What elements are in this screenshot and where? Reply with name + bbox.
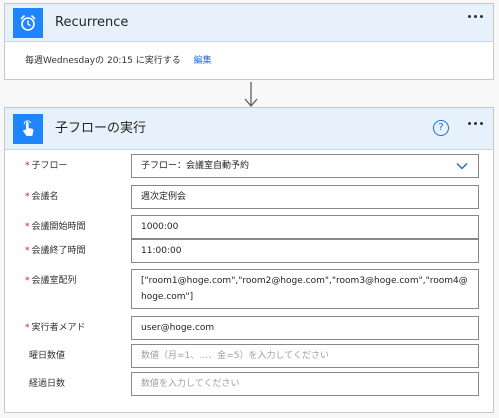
executor-email-field[interactable]: user@hoge.com <box>131 316 479 340</box>
chevron-down-icon[interactable] <box>456 162 468 170</box>
start-time-field[interactable]: 1000:00 <box>131 215 479 239</box>
end-time-field[interactable]: 11:00:00 <box>131 239 479 263</box>
field-row-room-array: * 会議室配列 ["room1@hoge.com","room2@hoge.com… <box>5 269 493 309</box>
recurrence-header[interactable]: Recurrence <box>5 4 493 42</box>
meeting-name-label: * 会議名 <box>25 192 59 202</box>
child-flow-header[interactable]: 子フローの実行 ? <box>5 108 493 150</box>
child-flow-label: * 子フロー <box>25 161 68 171</box>
elapsed-days-field[interactable]: 数値を入力してください <box>131 372 479 396</box>
field-row-end-time: * 会議終了時間 11:00:00 <box>5 239 493 263</box>
field-row-meeting-name: * 会議名 週次定例会 <box>5 185 493 209</box>
room-array-label: * 会議室配列 <box>25 276 77 286</box>
recurrence-summary-text: 毎週Wednesdayの 20:15 に実行する <box>25 56 181 66</box>
recurrence-card[interactable]: Recurrence 毎週Wednesdayの 20:15 に実行する 編集 <box>4 3 494 80</box>
edit-link[interactable]: 編集 <box>194 56 212 66</box>
arrow-down-icon <box>244 82 258 107</box>
recurrence-title: Recurrence <box>55 15 129 30</box>
weekday-label: 曜日数値 <box>29 351 66 361</box>
weekday-number-field[interactable]: 数値（月=1、…、金=5）を入力してください <box>131 344 479 368</box>
executor-label: * 実行者メアド <box>25 323 86 333</box>
field-row-child-flow: * 子フロー 子フロー：会議室自動予約 <box>5 154 493 178</box>
help-icon[interactable]: ? <box>433 120 449 136</box>
meeting-name-field[interactable]: 週次定例会 <box>131 185 479 209</box>
alarm-clock-icon <box>13 8 43 38</box>
child-flow-select[interactable]: 子フロー：会議室自動予約 <box>131 154 479 178</box>
more-options-icon[interactable] <box>468 122 483 125</box>
field-row-weekday: 曜日数値 数値（月=1、…、金=5）を入力してください <box>5 344 493 368</box>
child-flow-card[interactable]: 子フローの実行 ? * 子フロー 子フロー：会議室自動予約 * 会議名 週次定例会 … <box>4 107 494 413</box>
start-time-label: * 会議開始時間 <box>25 222 86 232</box>
elapsed-days-label: 経過日数 <box>29 379 66 389</box>
field-row-start-time: * 会議開始時間 1000:00 <box>5 215 493 239</box>
more-options-icon[interactable] <box>468 15 483 18</box>
field-row-executor: * 実行者メアド user@hoge.com <box>5 316 493 340</box>
touch-hand-icon <box>13 114 43 144</box>
end-time-label: * 会議終了時間 <box>25 246 86 256</box>
field-row-elapsed-days: 経過日数 数値を入力してください <box>5 372 493 396</box>
room-array-field[interactable]: ["room1@hoge.com","room2@hoge.com","room… <box>131 269 479 309</box>
recurrence-summary: 毎週Wednesdayの 20:15 に実行する 編集 <box>25 53 212 66</box>
child-flow-title: 子フローの実行 <box>55 121 147 136</box>
